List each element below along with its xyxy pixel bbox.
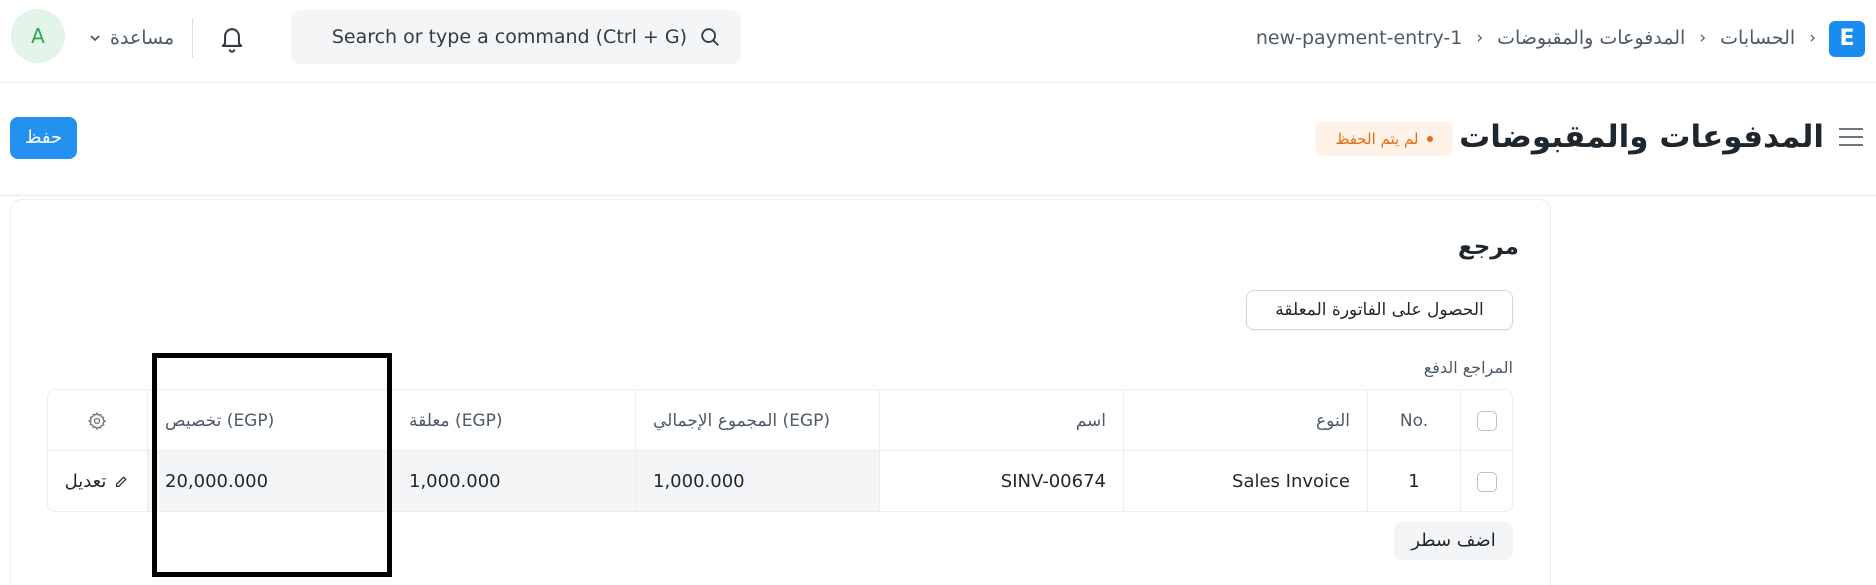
cell-outstanding: 1,000.000 (391, 451, 635, 511)
status-dot (1426, 136, 1433, 142)
header-total-label: المجموع الإجمالي (EGP) (653, 410, 830, 431)
payment-references-label: المراجع الدفع (1423, 358, 1513, 377)
header-outstanding: معلقة (EGP) (391, 390, 635, 451)
pencil-icon (116, 475, 128, 487)
help-dropdown[interactable]: مساعدة (88, 22, 174, 54)
status-badge-label: لم يتم الحفظ (1335, 130, 1419, 148)
page-separator (0, 194, 1876, 197)
header-outstanding-label: معلقة (EGP) (409, 410, 503, 431)
navbar-divider (192, 18, 193, 58)
search-placeholder: Search or type a command (Ctrl + G) (331, 26, 687, 48)
header-name: اسم (879, 390, 1123, 451)
header-settings-cell (48, 390, 147, 451)
get-outstanding-invoice-button[interactable]: الحصول على الفاتورة المعلقة (1246, 290, 1513, 330)
bell-icon[interactable] (218, 24, 246, 54)
header-allocated: تخصيص (EGP) (147, 390, 391, 451)
breadcrumb-item-accounts[interactable]: الحسابات (1720, 27, 1795, 49)
header-no-label: No. (1399, 410, 1429, 431)
cell-type[interactable]: Sales Invoice (1123, 451, 1367, 511)
header-type: النوع (1123, 390, 1367, 451)
cell-total-value: 1,000.000 (653, 471, 745, 492)
hamburger-icon[interactable] (1837, 126, 1865, 148)
cell-outstanding-value: 1,000.000 (409, 471, 501, 492)
cell-total: 1,000.000 (635, 451, 879, 511)
row-edit-label: تعديل (64, 471, 107, 492)
avatar[interactable]: A (11, 9, 65, 63)
breadcrumb-separator-icon: › (1476, 28, 1484, 48)
cell-allocated[interactable]: 20,000.000 (147, 451, 391, 511)
table-header-row: No. النوع اسم المجموع الإجمالي (EGP) معل… (48, 390, 1512, 451)
payment-references-table: No. النوع اسم المجموع الإجمالي (EGP) معل… (47, 389, 1513, 512)
search-bar[interactable]: Search or type a command (Ctrl + G) (291, 10, 741, 64)
breadcrumb-item-current-doc[interactable]: new-payment-entry-1 (1256, 27, 1462, 49)
header-no: No. (1367, 390, 1460, 451)
add-row-button[interactable]: اضف سطر (1394, 522, 1513, 560)
header-select-all-cell (1460, 390, 1512, 451)
row-select-cell (1460, 451, 1512, 511)
row-edit-cell: تعديل (48, 451, 147, 511)
breadcrumb-separator-icon: › (1809, 28, 1816, 48)
row-edit-button[interactable]: تعديل (65, 471, 129, 492)
header-allocated-label: تخصيص (EGP) (165, 410, 275, 431)
app-logo[interactable]: E (1829, 21, 1865, 57)
cell-name[interactable]: SINV-00674 (879, 451, 1123, 511)
cell-no-value: 1 (1408, 471, 1420, 492)
header-type-label: النوع (1316, 410, 1350, 431)
save-button[interactable]: حفظ (10, 117, 77, 159)
cell-type-value: Sales Invoice (1232, 471, 1350, 492)
navbar: E › الحسابات › المدفوعات والمقبوضات › ne… (0, 0, 1876, 83)
breadcrumb: › الحسابات › المدفوعات والمقبوضات › new-… (1256, 22, 1816, 54)
header-name-label: اسم (1075, 410, 1106, 431)
settings-gear-icon[interactable] (87, 411, 107, 431)
cell-name-value: SINV-00674 (1000, 471, 1106, 492)
status-badge: لم يتم الحفظ (1315, 122, 1453, 156)
cell-no: 1 (1367, 451, 1460, 511)
search-icon (701, 28, 719, 46)
section-title: مرجع (1458, 234, 1519, 260)
breadcrumb-item-payment-entry[interactable]: المدفوعات والمقبوضات (1497, 27, 1685, 49)
header-total: المجموع الإجمالي (EGP) (635, 390, 879, 451)
breadcrumb-separator-icon: › (1699, 28, 1707, 48)
table-row[interactable]: 1 Sales Invoice SINV-00674 1,000.000 1,0… (48, 451, 1512, 511)
row-checkbox[interactable] (1476, 471, 1497, 492)
chevron-down-icon (90, 35, 100, 42)
help-label: مساعدة (110, 27, 175, 49)
select-all-checkbox[interactable] (1476, 410, 1497, 431)
cell-allocated-value: 20,000.000 (165, 471, 269, 492)
